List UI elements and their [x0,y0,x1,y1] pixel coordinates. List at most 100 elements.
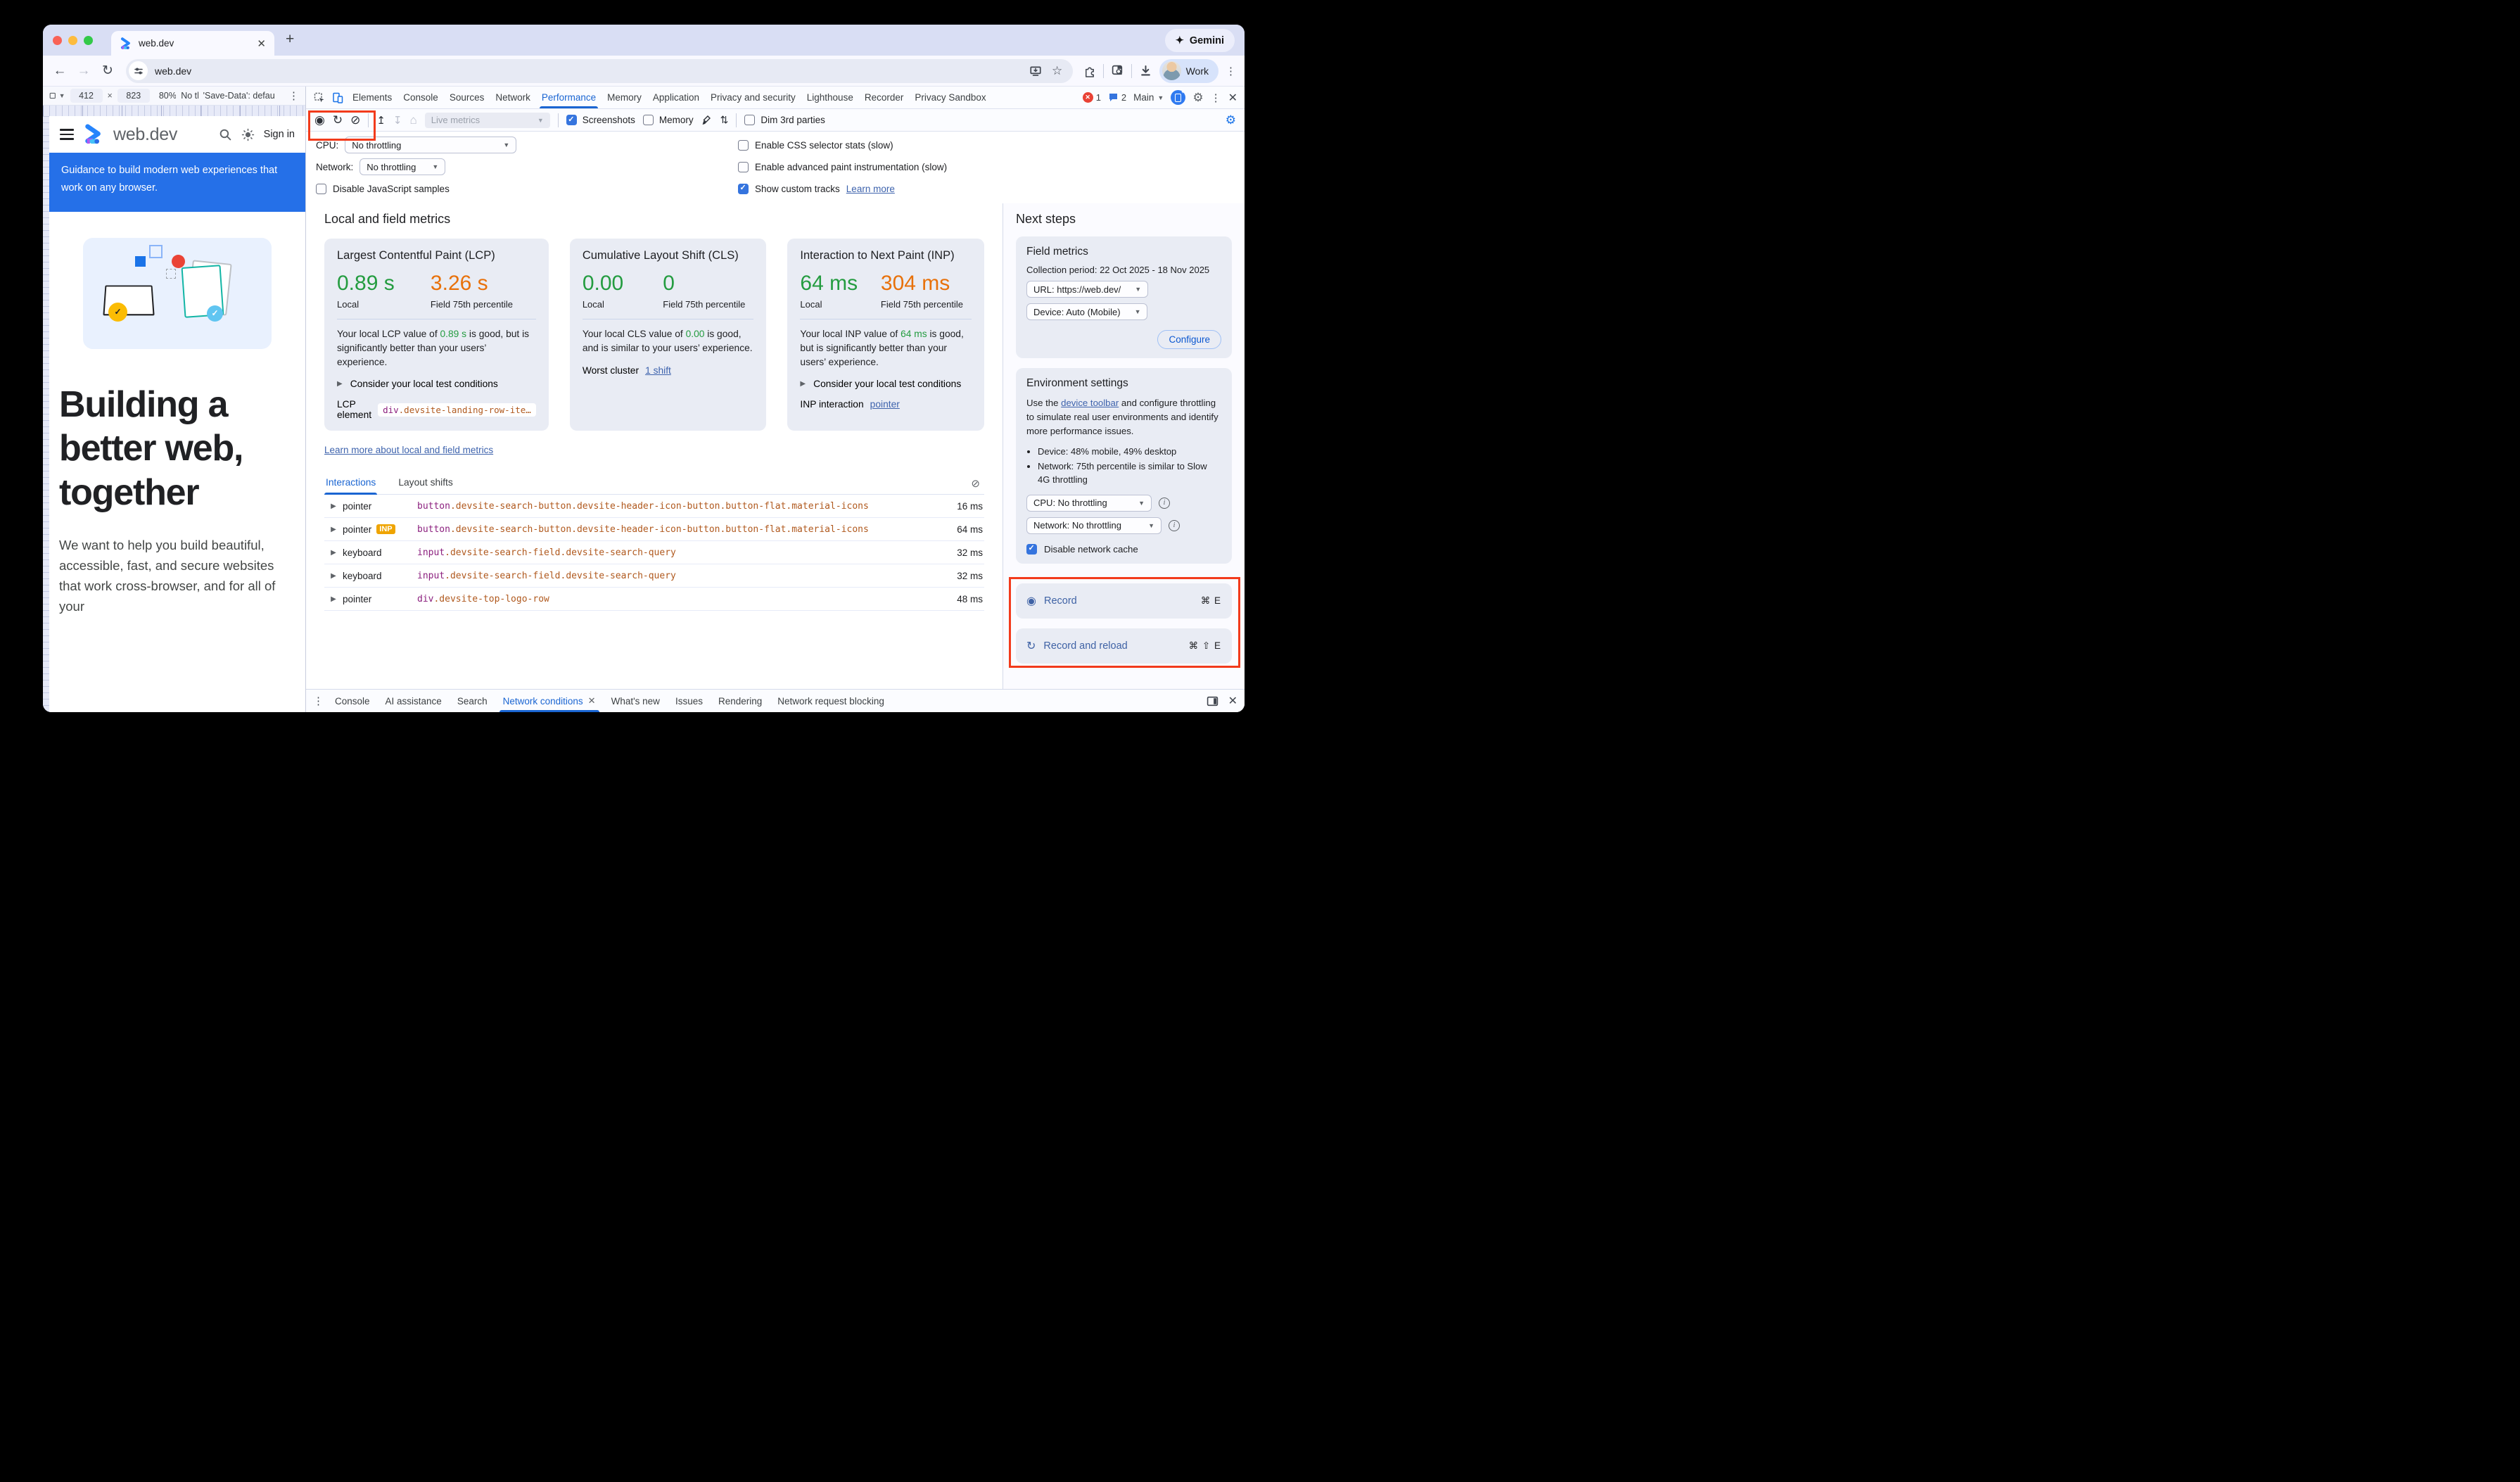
lcp-element-chip[interactable]: div.devsite-landing-row-ite… [378,403,536,417]
tab-application[interactable]: Application [647,87,705,108]
close-window-button[interactable] [53,36,62,45]
chevron-right-icon[interactable]: ▶ [324,595,343,603]
lcp-test-conditions-expander[interactable]: ▶ Consider your local test conditions [337,379,536,389]
browser-tab[interactable]: web.dev ✕ [111,31,274,56]
configure-button[interactable]: Configure [1157,330,1221,349]
tab-privacy-sandbox[interactable]: Privacy Sandbox [909,87,991,108]
viewport-width-input[interactable] [70,89,103,103]
extensions-puzzle-icon[interactable] [1083,64,1096,77]
clear-interactions-icon[interactable]: ⊘ [971,477,984,490]
interaction-row[interactable]: ▶ pointerINP button.devsite-search-butto… [324,518,984,541]
drawer-tab-whats-new[interactable]: What's new [604,690,668,712]
record-icon[interactable]: ◉ [314,113,325,127]
collapse-sanitize-icon[interactable]: ⇅ [720,114,729,126]
site-brand[interactable]: web.dev [113,125,177,145]
drawer-tab-rendering[interactable]: Rendering [711,690,770,712]
inp-interaction-link[interactable]: pointer [870,399,900,410]
info-icon[interactable]: i [1169,520,1180,531]
field-device-select[interactable]: Device: Auto (Mobile)▼ [1026,303,1147,320]
disable-network-cache-toggle[interactable]: Disable network cache [1026,544,1221,555]
bookmark-star-icon[interactable]: ☆ [1049,64,1066,78]
devtools-close-icon[interactable]: ✕ [1228,91,1237,105]
dock-side-icon[interactable] [1207,695,1218,707]
dim-3rd-parties-toggle[interactable]: Dim 3rd parties [744,115,825,125]
issues-count[interactable]: 2 [1108,92,1126,103]
zoom-select[interactable]: 80%▼ [159,91,176,101]
forward-icon[interactable]: → [75,63,92,79]
interaction-row[interactable]: ▶ keyboard input.devsite-search-field.de… [324,564,984,588]
chevron-right-icon[interactable]: ▶ [324,502,343,510]
metrics-learn-more-link[interactable]: Learn more about local and field metrics [324,445,493,455]
worst-cluster-link[interactable]: 1 shift [645,365,671,376]
install-app-icon[interactable] [1029,65,1042,77]
reload-icon[interactable]: ↻ [99,63,116,79]
capture-settings-icon[interactable]: ⚙ [1226,113,1236,127]
tab-interactions[interactable]: Interactions [324,472,377,494]
browser-menu-icon[interactable]: ⋮ [1226,65,1236,77]
sign-in-button[interactable]: Sign in [264,129,295,140]
tab-lighthouse[interactable]: Lighthouse [801,87,859,108]
device-toolbar-link[interactable]: device toolbar [1061,398,1119,408]
field-url-select[interactable]: URL: https://web.dev/▼ [1026,281,1148,298]
back-icon[interactable]: ← [51,63,68,79]
screenshots-toggle[interactable]: Screenshots [566,115,635,125]
network-cache-checkbox[interactable] [1026,544,1037,555]
tab-performance[interactable]: Performance [536,87,602,108]
error-count[interactable]: ✕ 1 [1083,92,1101,103]
info-icon[interactable]: i [1159,498,1170,509]
main-context-select[interactable]: Main ▼ [1133,92,1164,103]
emulation-menu-icon[interactable]: ⋮ [288,89,299,102]
tab-console[interactable]: Console [397,87,444,108]
css-stats-checkbox[interactable] [738,140,749,151]
extension-icon[interactable] [1171,90,1185,105]
throttle-select[interactable]: No throttling▼ [181,91,198,101]
site-search-icon[interactable] [219,128,232,141]
tab-memory[interactable]: Memory [602,87,647,108]
interaction-row[interactable]: ▶ keyboard input.devsite-search-field.de… [324,541,984,564]
env-network-select[interactable]: Network: No throttling▼ [1026,517,1162,534]
site-settings-icon[interactable] [129,61,148,80]
dim-checkbox[interactable] [744,115,755,125]
chevron-right-icon[interactable]: ▶ [324,526,343,533]
inp-test-conditions-expander[interactable]: ▶ Consider your local test conditions [800,379,972,389]
interaction-row[interactable]: ▶ pointer button.devsite-search-button.d… [324,495,984,518]
minimize-window-button[interactable] [68,36,77,45]
record-button[interactable]: ◉ Record ⌘ E [1016,583,1232,619]
theme-toggle-icon[interactable] [241,128,255,141]
downloads-icon[interactable] [1139,64,1152,77]
show-custom-tracks-toggle[interactable]: Show custom tracks Learn more [738,180,1235,197]
disable-js-samples-toggle[interactable]: Disable JavaScript samples [316,180,738,197]
window-controls[interactable] [53,25,93,56]
css-selector-stats-toggle[interactable]: Enable CSS selector stats (slow) [738,137,1235,153]
close-icon[interactable]: ✕ [588,695,596,707]
tab-elements[interactable]: Elements [347,87,397,108]
tab-sources[interactable]: Sources [444,87,490,108]
cpu-throttle-select[interactable]: No throttling▼ [345,137,516,153]
custom-tracks-learn-more-link[interactable]: Learn more [846,184,895,194]
drawer-menu-icon[interactable]: ⋮ [313,695,327,707]
device-preset-select[interactable]: ▼ [49,91,65,100]
paint-checkbox[interactable] [738,162,749,172]
advanced-paint-toggle[interactable]: Enable advanced paint instrumentation (s… [738,158,1235,175]
memory-checkbox[interactable] [643,115,654,125]
gemini-button[interactable]: ✦ Gemini [1165,29,1235,52]
inspect-element-icon[interactable] [310,92,329,103]
webdev-logo-icon[interactable] [83,124,104,145]
memory-toggle[interactable]: Memory [643,115,694,125]
tab-privacy-security[interactable]: Privacy and security [705,87,801,108]
record-and-reload-button[interactable]: ↻ Record and reload ⌘ ⇧ E [1016,628,1232,664]
record-reload-icon[interactable]: ↻ [333,113,343,127]
url-text[interactable]: web.dev [155,65,1022,77]
custom-tracks-checkbox[interactable] [738,184,749,194]
device-toolbar-icon[interactable] [329,92,347,103]
drawer-tab-issues[interactable]: Issues [668,690,711,712]
new-tab-button[interactable]: + [286,27,294,51]
menu-icon[interactable] [60,129,74,140]
devtools-menu-icon[interactable]: ⋮ [1211,91,1221,104]
drawer-tab-network-conditions[interactable]: Network conditions✕ [495,690,604,712]
devtools-settings-icon[interactable]: ⚙ [1192,91,1203,105]
chevron-right-icon[interactable]: ▶ [324,549,343,557]
load-profile-icon[interactable]: ↥ [376,114,386,127]
drawer-tab-network-request-blocking[interactable]: Network request blocking [770,690,892,712]
env-cpu-select[interactable]: CPU: No throttling▼ [1026,495,1152,512]
